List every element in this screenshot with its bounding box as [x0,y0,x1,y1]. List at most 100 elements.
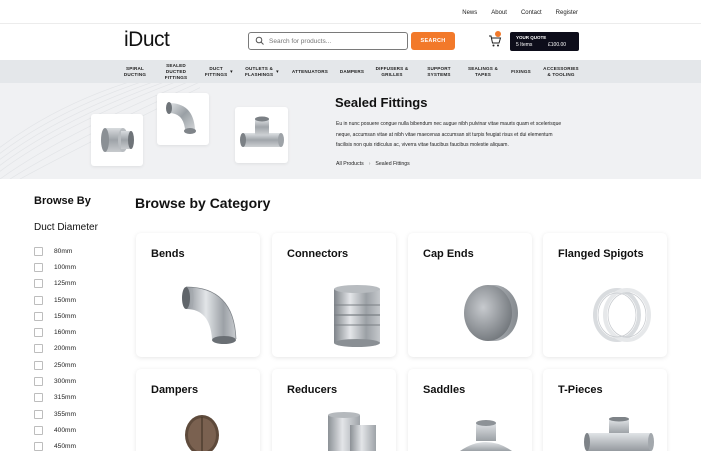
category-card-connectors[interactable]: Connectors [272,233,396,357]
nav-label: OUTLETS & FLASHINGS [244,65,274,77]
filter-option[interactable]: 125mm [34,276,76,292]
filter-label: 355mm [54,410,76,418]
filter-option[interactable]: 80mm [34,243,76,259]
nav-label: SPIRAL DUCTING [123,65,147,77]
category-name: T-Pieces [558,384,603,396]
filter-option[interactable]: 355mm [34,406,76,422]
checkbox[interactable] [34,311,43,321]
flanged-spigot-image [593,288,651,342]
checkbox[interactable] [34,393,43,403]
filter-label: 450mm [54,443,76,451]
bend-image [166,102,196,134]
filter-option[interactable]: 150mm [34,308,76,324]
nav-outlets-flashings[interactable]: OUTLETS & FLASHINGS ▾ [240,60,282,83]
filter-option[interactable]: 400mm [34,422,76,438]
nav-accessories-tooling[interactable]: ACCESSORIES & TOOLING [538,60,584,83]
breadcrumb-separator-icon: › [368,161,371,167]
checkbox[interactable] [34,295,43,305]
t-piece-image [584,417,654,451]
nav-diffusers-grilles[interactable]: DIFFUSERS & GRILLES [372,60,412,83]
search-input[interactable] [269,35,401,47]
filter-label: 300mm [54,378,76,386]
category-card-dampers[interactable]: Dampers [136,369,260,451]
checkbox[interactable] [34,279,43,289]
hero-product-connector [91,114,143,166]
top-utility-bar: News About Contact Register [0,0,701,24]
quote-title: YOUR QUOTE [516,35,547,40]
checkbox[interactable] [34,377,43,387]
checkbox[interactable] [34,344,43,354]
category-card-cap-ends[interactable]: Cap Ends [408,233,532,357]
nav-sealed-ducted-fittings[interactable]: SEALED DUCTED FITTINGS [157,60,195,83]
breadcrumb: All Products › Sealed Fittings [336,161,410,167]
chevron-down-icon: ▾ [276,68,279,75]
category-card-flanged-spigots[interactable]: Flanged Spigots [543,233,667,357]
hero-description: Eu in nunc posuere congue nulla bibendum… [336,121,562,148]
main-nav: SPIRAL DUCTING SEALED DUCTED FITTINGS DU… [0,60,701,83]
checkbox[interactable] [34,328,43,338]
filter-option[interactable]: 300mm [34,373,76,389]
category-name: Reducers [287,384,338,396]
register-link[interactable]: Register [556,10,578,16]
checkbox[interactable] [34,425,43,435]
filter-title[interactable]: Duct Diameter [34,222,98,233]
cart-button[interactable] [488,31,502,48]
quote-summary[interactable]: YOUR QUOTE 5 Items £100.00 [510,32,579,51]
filter-label: 160mm [54,329,76,337]
filter-label: 80mm [54,247,73,255]
checkbox[interactable] [34,409,43,419]
about-link[interactable]: About [491,10,507,16]
filter-label: 400mm [54,426,76,434]
nav-support-systems[interactable]: SUPPORT SYSTEMS [420,60,458,83]
category-name: Bends [151,248,185,260]
nav-label: DAMPERS [339,68,365,74]
contact-link[interactable]: Contact [521,10,542,16]
utility-links: News About Contact Register [448,10,578,16]
category-card-t-pieces[interactable]: T-Pieces [543,369,667,451]
filter-option[interactable]: 150mm [34,292,76,308]
nav-fixings[interactable]: FIXINGS [506,60,536,83]
checkbox[interactable] [34,360,43,370]
nav-duct-fittings[interactable]: DUCT FITTINGS ▾ [198,60,238,83]
category-card-saddles[interactable]: Saddles [408,369,532,451]
nav-label: DIFFUSERS & GRILLES [375,65,409,77]
category-name: Connectors [287,248,349,260]
quote-items: 5 Items [516,42,533,48]
nav-label: ACCESSORIES & TOOLING [543,65,579,77]
checkbox[interactable] [34,246,43,256]
news-link[interactable]: News [462,10,477,16]
category-card-bends[interactable]: Bends [136,233,260,357]
nav-attenuators[interactable]: ATTENUATORS [287,60,333,83]
breadcrumb-all-products[interactable]: All Products [336,161,364,167]
category-card-reducers[interactable]: Reducers [272,369,396,451]
damper-image [185,415,219,451]
filter-option[interactable]: 450mm [34,439,76,451]
bend-fitting-image [182,286,237,344]
category-name: Cap Ends [423,248,474,260]
filter-option[interactable]: 100mm [34,259,76,275]
filter-label: 150mm [54,312,76,320]
filter-option[interactable]: 160mm [34,324,76,340]
checkbox[interactable] [34,262,43,272]
chevron-down-icon: ▾ [230,68,233,75]
nav-sealings-tapes[interactable]: SEALINGS & TAPES [462,60,504,83]
page-title: Sealed Fittings [335,95,428,110]
search-button[interactable]: SEARCH [411,32,455,50]
filter-option[interactable]: 250mm [34,357,76,373]
site-header: iDuct SEARCH YOUR QUOTE 5 Items £100.00 [0,25,701,60]
filter-option[interactable]: 315mm [34,390,76,406]
diameter-filter-list: 80mm 100mm 125mm 150mm 150mm 160mm 200mm… [34,243,76,451]
category-name: Flanged Spigots [558,248,644,260]
filter-option[interactable]: 200mm [34,341,76,357]
cap-end-image [464,285,518,341]
category-name: Saddles [423,384,466,396]
site-logo[interactable]: iDuct [124,28,170,52]
nav-dampers[interactable]: DAMPERS [335,60,369,83]
checkbox[interactable] [34,442,43,451]
filter-label: 315mm [54,394,76,402]
nav-spiral-ducting[interactable]: SPIRAL DUCTING [116,60,154,83]
nav-label: SEALINGS & TAPES [467,65,499,77]
filter-label: 150mm [54,296,76,304]
nav-label: DUCT FITTINGS [204,65,228,77]
search-icon [255,36,264,45]
